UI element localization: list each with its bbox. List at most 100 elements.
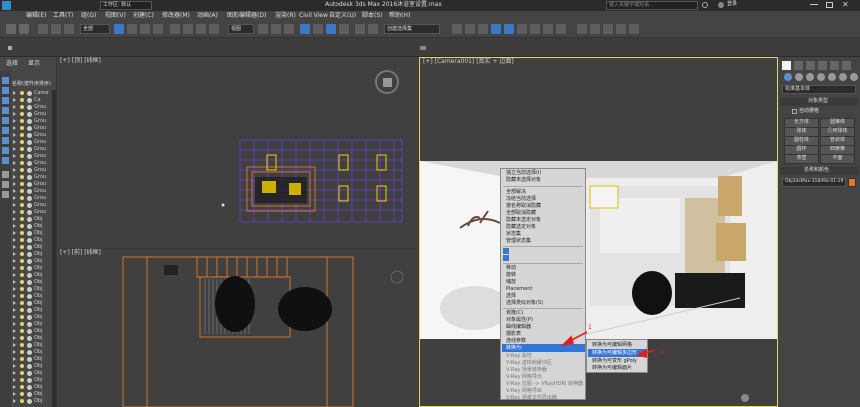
primitive-type-dropdown[interactable]: 标准基本体 <box>782 85 856 94</box>
scene-list-item[interactable]: Grou <box>12 132 56 139</box>
expand-arrow-icon[interactable] <box>13 210 16 214</box>
visibility-icon[interactable] <box>20 238 24 242</box>
ctx-vray-properties[interactable]: V-Ray 属性 <box>506 353 532 360</box>
expand-arrow-icon[interactable] <box>13 343 16 347</box>
scene-list-item[interactable]: Obj <box>12 230 56 237</box>
cameras-icon[interactable] <box>817 73 825 81</box>
redo-icon[interactable] <box>19 24 29 34</box>
percent-snap-icon[interactable] <box>326 24 336 34</box>
menu-item-help[interactable]: 帮助(H) <box>389 12 410 20</box>
scene-list-item[interactable]: Obj <box>12 223 56 230</box>
expand-arrow-icon[interactable] <box>13 126 16 130</box>
visibility-icon[interactable] <box>20 154 24 158</box>
rotate-icon[interactable] <box>183 24 193 34</box>
scene-list-item[interactable]: Grou <box>12 139 56 146</box>
vray-sphere-icon[interactable] <box>629 24 639 34</box>
mirror-icon[interactable] <box>368 24 378 34</box>
submenu-editable-poly[interactable]: 转换为可编辑多边形 <box>592 350 637 357</box>
minimize-button[interactable] <box>810 4 818 5</box>
unlink-icon[interactable] <box>51 24 61 34</box>
spacewarps-icon[interactable] <box>839 73 847 81</box>
scene-list-scrollbar[interactable] <box>52 90 56 407</box>
filter-geometry-icon[interactable] <box>2 77 9 84</box>
expand-arrow-icon[interactable] <box>13 238 16 242</box>
menu-item-edit[interactable]: 编辑(E) <box>26 12 46 20</box>
scene-list-item[interactable]: Grou <box>12 160 56 167</box>
scene-list-item[interactable]: Obj <box>12 391 56 398</box>
expand-arrow-icon[interactable] <box>13 252 16 256</box>
expand-arrow-icon[interactable] <box>13 350 16 354</box>
menu-item-scripting[interactable]: 脚本(S) <box>362 12 383 20</box>
visibility-icon[interactable] <box>20 378 24 382</box>
app-logo-icon[interactable] <box>2 1 11 10</box>
schematic-view-icon[interactable] <box>504 24 514 34</box>
expand-arrow-icon[interactable] <box>13 315 16 319</box>
search-input[interactable]: 键入关键字或短语 <box>606 1 698 10</box>
scene-list-item[interactable]: Grou <box>12 167 56 174</box>
reference-coord-dropdown[interactable]: 视图 <box>228 24 254 34</box>
visibility-icon[interactable] <box>20 343 24 347</box>
plane-button[interactable]: 平面 <box>820 154 855 164</box>
visibility-icon[interactable] <box>20 147 24 151</box>
link-icon[interactable] <box>38 24 48 34</box>
scene-list-item[interactable]: Obj <box>12 293 56 300</box>
expand-arrow-icon[interactable] <box>13 133 16 137</box>
scene-list-item[interactable]: Obj <box>12 398 56 405</box>
maximize-button[interactable] <box>826 2 833 8</box>
visibility-icon[interactable] <box>20 203 24 207</box>
visibility-icon[interactable] <box>20 294 24 298</box>
scene-list-item[interactable]: Obj <box>12 314 56 321</box>
keyboard-shortcut-icon[interactable] <box>284 24 294 34</box>
visibility-icon[interactable] <box>20 371 24 375</box>
visibility-icon[interactable] <box>20 105 24 109</box>
ctx-placement[interactable]: Placement <box>506 286 532 293</box>
visibility-icon[interactable] <box>20 133 24 137</box>
visibility-icon[interactable] <box>20 140 24 144</box>
visibility-icon[interactable] <box>20 168 24 172</box>
tab-select[interactable]: 选择 <box>6 61 18 67</box>
expand-arrow-icon[interactable] <box>13 154 16 158</box>
scene-list-item[interactable]: Ca <box>12 97 56 104</box>
visibility-icon[interactable] <box>20 175 24 179</box>
visibility-icon[interactable] <box>20 350 24 354</box>
ctx-dope-sheet[interactable]: 摄影表 <box>506 331 521 338</box>
expand-arrow-icon[interactable] <box>13 147 16 151</box>
scene-list-item[interactable]: Obj <box>12 251 56 258</box>
visibility-icon[interactable] <box>20 364 24 368</box>
expand-arrow-icon[interactable] <box>13 189 16 193</box>
ctx-move[interactable]: 移动 <box>506 265 516 272</box>
viewport-front[interactable]: [+] [前] [线框] <box>57 249 418 407</box>
toggle-ribbon-icon[interactable] <box>478 24 488 34</box>
scale-icon[interactable] <box>196 24 206 34</box>
expand-arrow-icon[interactable] <box>13 266 16 270</box>
scene-list-item[interactable]: Grou <box>12 188 56 195</box>
visibility-icon[interactable] <box>20 287 24 291</box>
visibility-icon[interactable] <box>20 217 24 221</box>
scene-list-item[interactable]: Obj <box>12 307 56 314</box>
search-icon[interactable] <box>702 2 708 8</box>
object-name-field[interactable]: Obj3dsMax-31849a-01-19 <box>782 178 846 187</box>
scene-list-item[interactable]: Obj <box>12 237 56 244</box>
viewcube[interactable] <box>375 70 399 94</box>
ctx-rotate[interactable]: 旋转 <box>506 272 516 279</box>
scene-list-item[interactable]: Grou <box>12 104 56 111</box>
scene-list-item[interactable]: Obj <box>12 328 56 335</box>
ctx-unhide-by-name[interactable]: 按名称取消隐藏 <box>506 203 541 210</box>
visibility-icon[interactable] <box>20 280 24 284</box>
visibility-icon[interactable] <box>20 245 24 249</box>
expand-arrow-icon[interactable] <box>13 112 16 116</box>
scene-list-item[interactable]: Grou <box>12 111 56 118</box>
visibility-icon[interactable] <box>20 357 24 361</box>
expand-arrow-icon[interactable] <box>13 357 16 361</box>
visibility-icon[interactable] <box>20 224 24 228</box>
expand-arrow-icon[interactable] <box>13 392 16 396</box>
visibility-icon[interactable] <box>20 322 24 326</box>
expand-arrow-icon[interactable] <box>13 308 16 312</box>
submenu-deformable-gpoly[interactable]: 转换为可变形 gPoly <box>592 358 637 365</box>
visibility-icon[interactable] <box>20 308 24 312</box>
scene-list-item[interactable]: Obj <box>12 216 56 223</box>
select-manipulate-icon[interactable] <box>271 24 281 34</box>
scene-list-item[interactable]: Obj <box>12 356 56 363</box>
rollout-object-type[interactable]: 对象类型 <box>780 98 858 106</box>
hierarchy-tab-icon[interactable] <box>806 61 815 70</box>
